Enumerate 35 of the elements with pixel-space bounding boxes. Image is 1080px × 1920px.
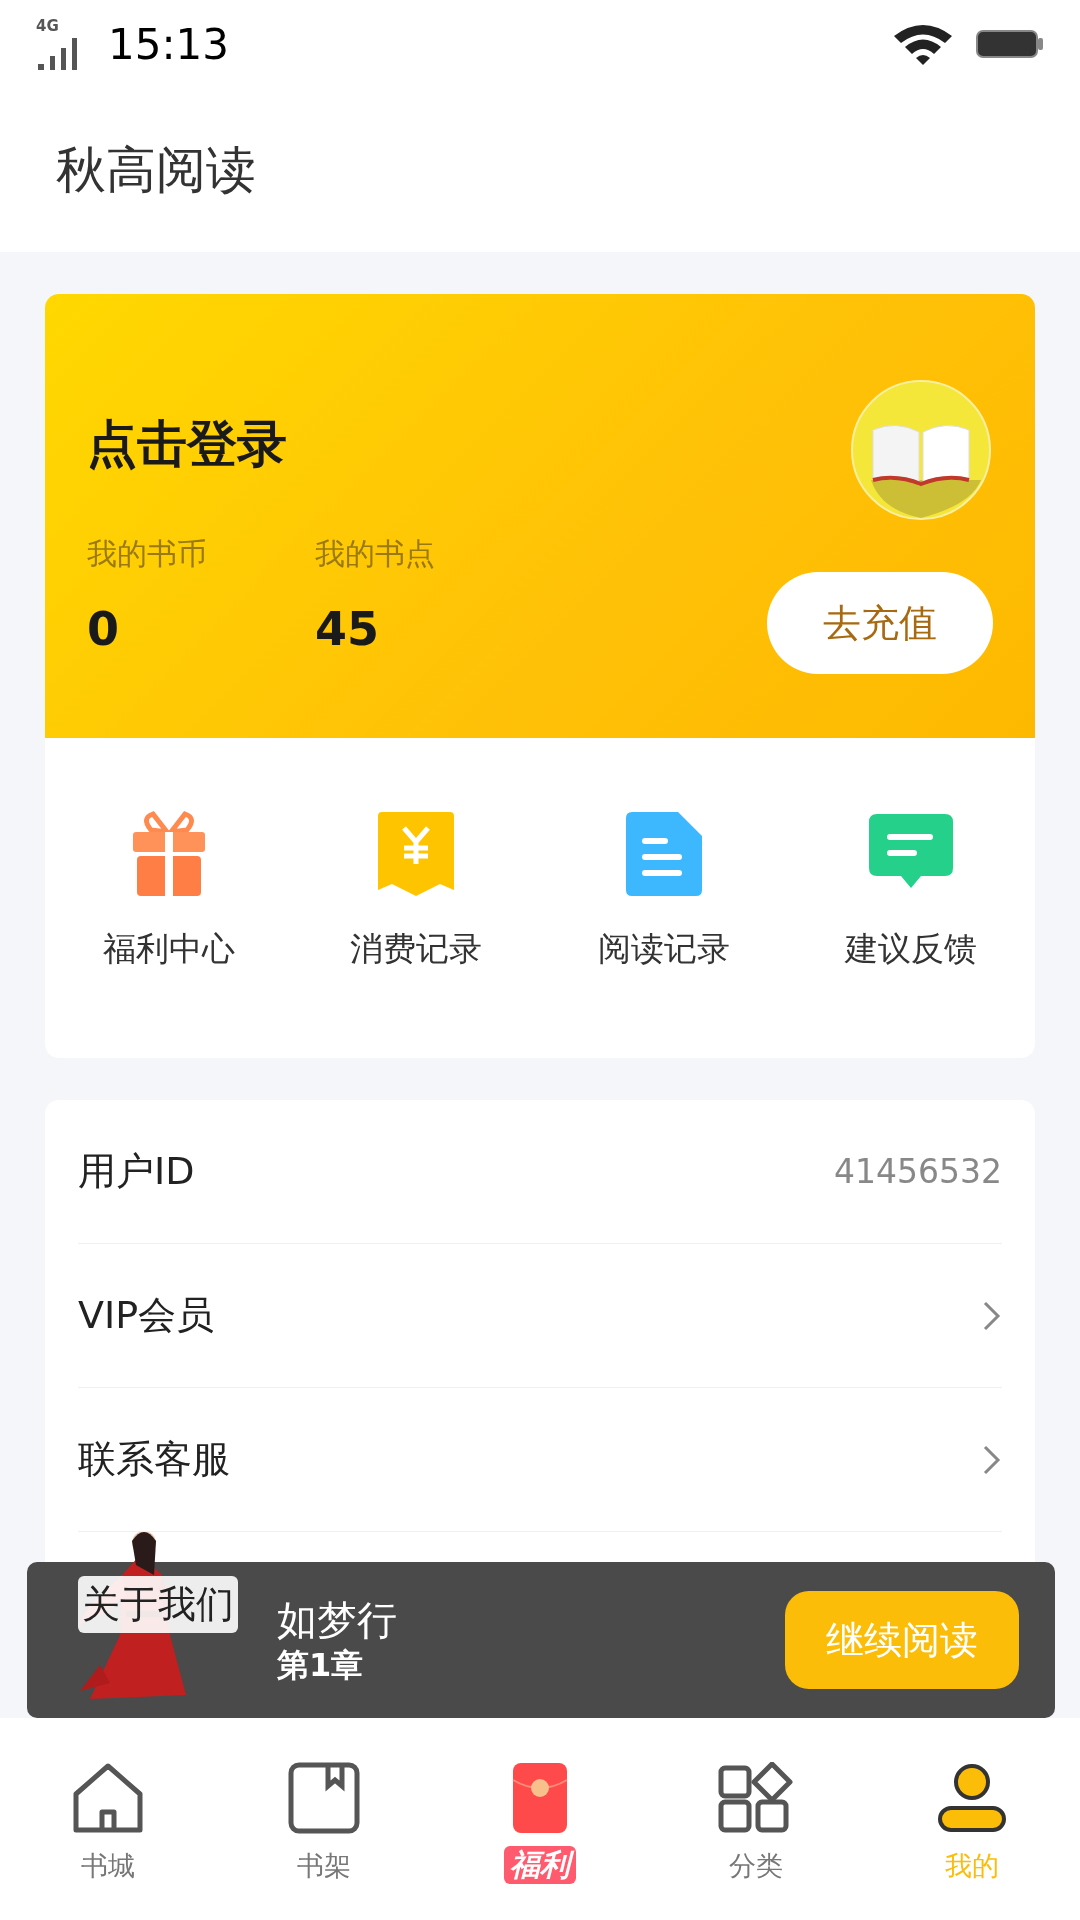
user-id-value: 41456532 bbox=[834, 1150, 1002, 1193]
shortcut-item[interactable]: 阅读记录 bbox=[540, 808, 788, 974]
setting-label[interactable]: VIP会员 bbox=[78, 1287, 215, 1344]
network-label: 4G bbox=[36, 18, 59, 34]
stat-label: 我的书点 bbox=[315, 535, 436, 573]
book-title: 如梦行 bbox=[277, 1596, 398, 1645]
chapter-label: 第1章 bbox=[277, 1645, 365, 1685]
wifi-icon bbox=[892, 22, 954, 66]
chevron-right-icon bbox=[982, 1299, 1002, 1332]
stat-value: 0 bbox=[87, 606, 120, 652]
recharge-button[interactable]: 去充值 bbox=[767, 572, 993, 674]
yuan-receipt-icon bbox=[376, 810, 457, 898]
shortcut-item[interactable]: 建议反馈 bbox=[787, 808, 1035, 974]
login-link[interactable]: 点击登录 bbox=[87, 419, 767, 469]
status-time: 15:13 bbox=[108, 18, 230, 71]
gift-icon bbox=[130, 810, 207, 898]
book-avatar-icon bbox=[851, 380, 991, 520]
setting-label[interactable]: 用户ID bbox=[78, 1143, 195, 1200]
bookmark-box-icon bbox=[288, 1762, 360, 1834]
envelope-icon bbox=[512, 1762, 568, 1834]
tab-item[interactable]: 书架 bbox=[216, 1758, 432, 1887]
chevron-right-icon bbox=[982, 1443, 1002, 1476]
stat-value: 45 bbox=[315, 606, 380, 652]
shortcut-item[interactable]: 消费记录 bbox=[292, 808, 540, 974]
category-grid-icon bbox=[718, 1762, 794, 1834]
document-icon bbox=[623, 810, 704, 898]
app-title: 秋高阅读 bbox=[56, 139, 256, 201]
setting-label[interactable]: 联系客服 bbox=[78, 1431, 230, 1488]
person-icon bbox=[936, 1762, 1008, 1834]
tab-item[interactable]: 书城 bbox=[0, 1758, 216, 1887]
setting-label[interactable]: 关于我们 bbox=[78, 1575, 238, 1633]
stat-label: 我的书币 bbox=[87, 535, 208, 573]
tab-item[interactable]: 分类 bbox=[648, 1758, 864, 1887]
shortcut-item[interactable]: 福利中心 bbox=[45, 808, 293, 974]
battery-icon bbox=[976, 28, 1044, 60]
